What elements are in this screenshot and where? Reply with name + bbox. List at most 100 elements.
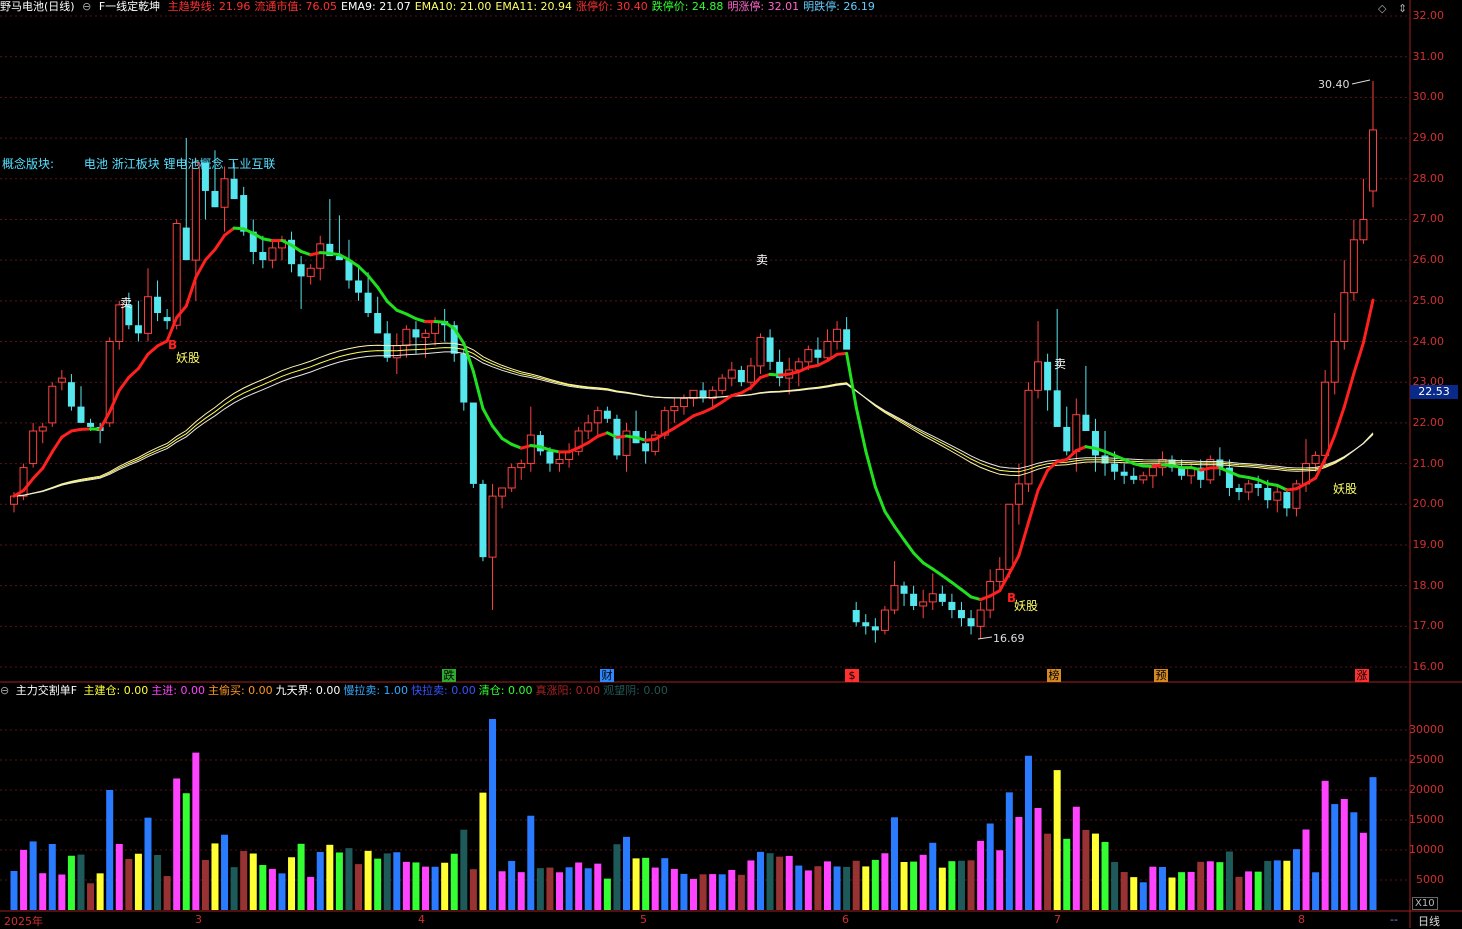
volume-bar <box>757 852 764 910</box>
volume-bar <box>1169 878 1176 910</box>
candle-body <box>1044 362 1051 390</box>
volume-bar <box>1130 877 1137 910</box>
event-marker[interactable]: 财 <box>600 669 614 682</box>
candle-body <box>1063 427 1070 451</box>
volume-bar <box>11 871 18 910</box>
header-field: EMA10: 21.00 <box>415 0 492 13</box>
header-field: 流通市值: 76.05 <box>254 0 337 13</box>
volume-bar <box>527 816 534 910</box>
price-tick: 28.00 <box>1404 172 1444 185</box>
price-tick: 31.00 <box>1404 50 1444 63</box>
candle-body <box>1111 464 1118 472</box>
candle-body <box>1264 488 1271 500</box>
main-trend-line <box>158 341 168 346</box>
volume-bar <box>747 860 754 910</box>
price-tick: 25.00 <box>1404 294 1444 307</box>
candle-body <box>1073 415 1080 452</box>
sell-signal: 卖 <box>120 294 132 311</box>
volume-bar <box>336 852 343 910</box>
volume-tick: 20000 <box>1396 783 1444 796</box>
main-trend-line <box>138 354 148 368</box>
candle-body <box>49 386 56 423</box>
volume-bar <box>288 857 295 910</box>
stock-name[interactable]: 野马电池(日线) <box>0 0 75 13</box>
header-field: 主趋势线: 21.96 <box>168 0 251 13</box>
candle-body <box>422 333 429 337</box>
header-field: 涨停价: 30.40 <box>576 0 648 13</box>
event-marker[interactable]: 预 <box>1154 669 1168 682</box>
volume-bar <box>183 793 190 910</box>
candle-body <box>795 362 802 370</box>
ema-long-line <box>14 343 1373 496</box>
volume-bar <box>1360 833 1367 910</box>
candle-body <box>977 610 984 626</box>
candle-body <box>881 610 888 630</box>
yaogu-label: 妖股 <box>1333 480 1357 497</box>
volume-bar <box>834 867 841 911</box>
date-tick: 6 <box>842 913 849 926</box>
volume-bar <box>49 844 56 910</box>
volume-bar <box>1092 834 1099 910</box>
low-price-label: 16.69 <box>993 632 1025 645</box>
volume-bar <box>824 861 831 910</box>
indicator-toggle-icon[interactable]: ⊖ <box>0 684 9 697</box>
volume-bar <box>1350 812 1357 910</box>
diamond-icon[interactable]: ◇ <box>1378 2 1386 15</box>
volume-bar <box>987 824 994 910</box>
volume-bar <box>202 860 209 910</box>
volume-bar <box>968 860 975 910</box>
volume-bar <box>939 868 946 910</box>
indicator-name[interactable]: 主力交割单F <box>16 684 77 697</box>
main-trend-line <box>43 452 53 468</box>
volume-bar <box>652 868 659 910</box>
indicator-field: 主偷买: 0.00 <box>208 684 273 697</box>
event-marker[interactable]: 跌 <box>442 669 456 682</box>
volume-bar <box>594 864 601 910</box>
formula-toggle-icon[interactable]: ⊖ <box>82 0 91 13</box>
candle-body <box>412 329 419 337</box>
volume-bar <box>326 845 333 910</box>
main-trend-line <box>129 369 139 378</box>
main-trend-line <box>387 301 397 310</box>
event-marker[interactable]: 榜 <box>1047 669 1061 682</box>
concept-label: 概念版块: <box>2 157 54 171</box>
candle-body <box>968 618 975 626</box>
volume-bar <box>1102 842 1109 910</box>
sell-signal: 卖 <box>756 251 768 268</box>
header-fields: 主趋势线: 21.96流通市值: 76.05EMA9: 21.07EMA10: … <box>168 0 879 13</box>
indicator-field: 快拉卖: 0.00 <box>411 684 476 697</box>
candle-body <box>489 496 496 557</box>
volume-bar <box>604 879 611 910</box>
volume-bar <box>298 844 305 910</box>
candle-body <box>1322 382 1329 455</box>
header-field: 跌停价: 24.88 <box>652 0 724 13</box>
volume-tick: 5000 <box>1396 873 1444 886</box>
event-marker[interactable]: $ <box>845 669 859 682</box>
candle-body <box>1283 492 1290 508</box>
date-tick: 3 <box>195 913 202 926</box>
volume-bar <box>221 835 228 910</box>
period-label[interactable]: 日线 <box>1418 913 1440 929</box>
sell-signal: 卖 <box>1054 355 1066 372</box>
candle-body <box>298 264 305 276</box>
candle-body <box>546 451 553 463</box>
candle-body <box>680 398 687 406</box>
date-tick: 7 <box>1054 913 1061 926</box>
volume-bar <box>1006 792 1013 910</box>
event-marker[interactable]: 涨 <box>1355 669 1369 682</box>
volume-bar <box>1236 877 1243 910</box>
volume-bar <box>1044 834 1051 910</box>
volume-bar <box>1255 872 1262 910</box>
indicator-fields: 主建仓: 0.00主进: 0.00主偷买: 0.00九天界: 0.00慢拉卖: … <box>84 684 671 697</box>
header-bar: 野马电池(日线) ⊖ F一线定乾坤 主趋势线: 21.96流通市值: 76.05… <box>0 0 883 16</box>
volume-bar <box>1331 804 1338 910</box>
candle-body <box>479 484 486 557</box>
candle-body <box>728 370 735 378</box>
yaogu-label: 妖股 <box>1014 597 1038 614</box>
date-tick: 8 <box>1298 913 1305 926</box>
candle-body <box>594 411 601 423</box>
scroll-dash[interactable]: -- <box>1390 913 1398 926</box>
main-trend-line <box>186 277 196 306</box>
formula-name[interactable]: F一线定乾坤 <box>99 0 160 13</box>
kline-chart[interactable] <box>0 0 1462 928</box>
